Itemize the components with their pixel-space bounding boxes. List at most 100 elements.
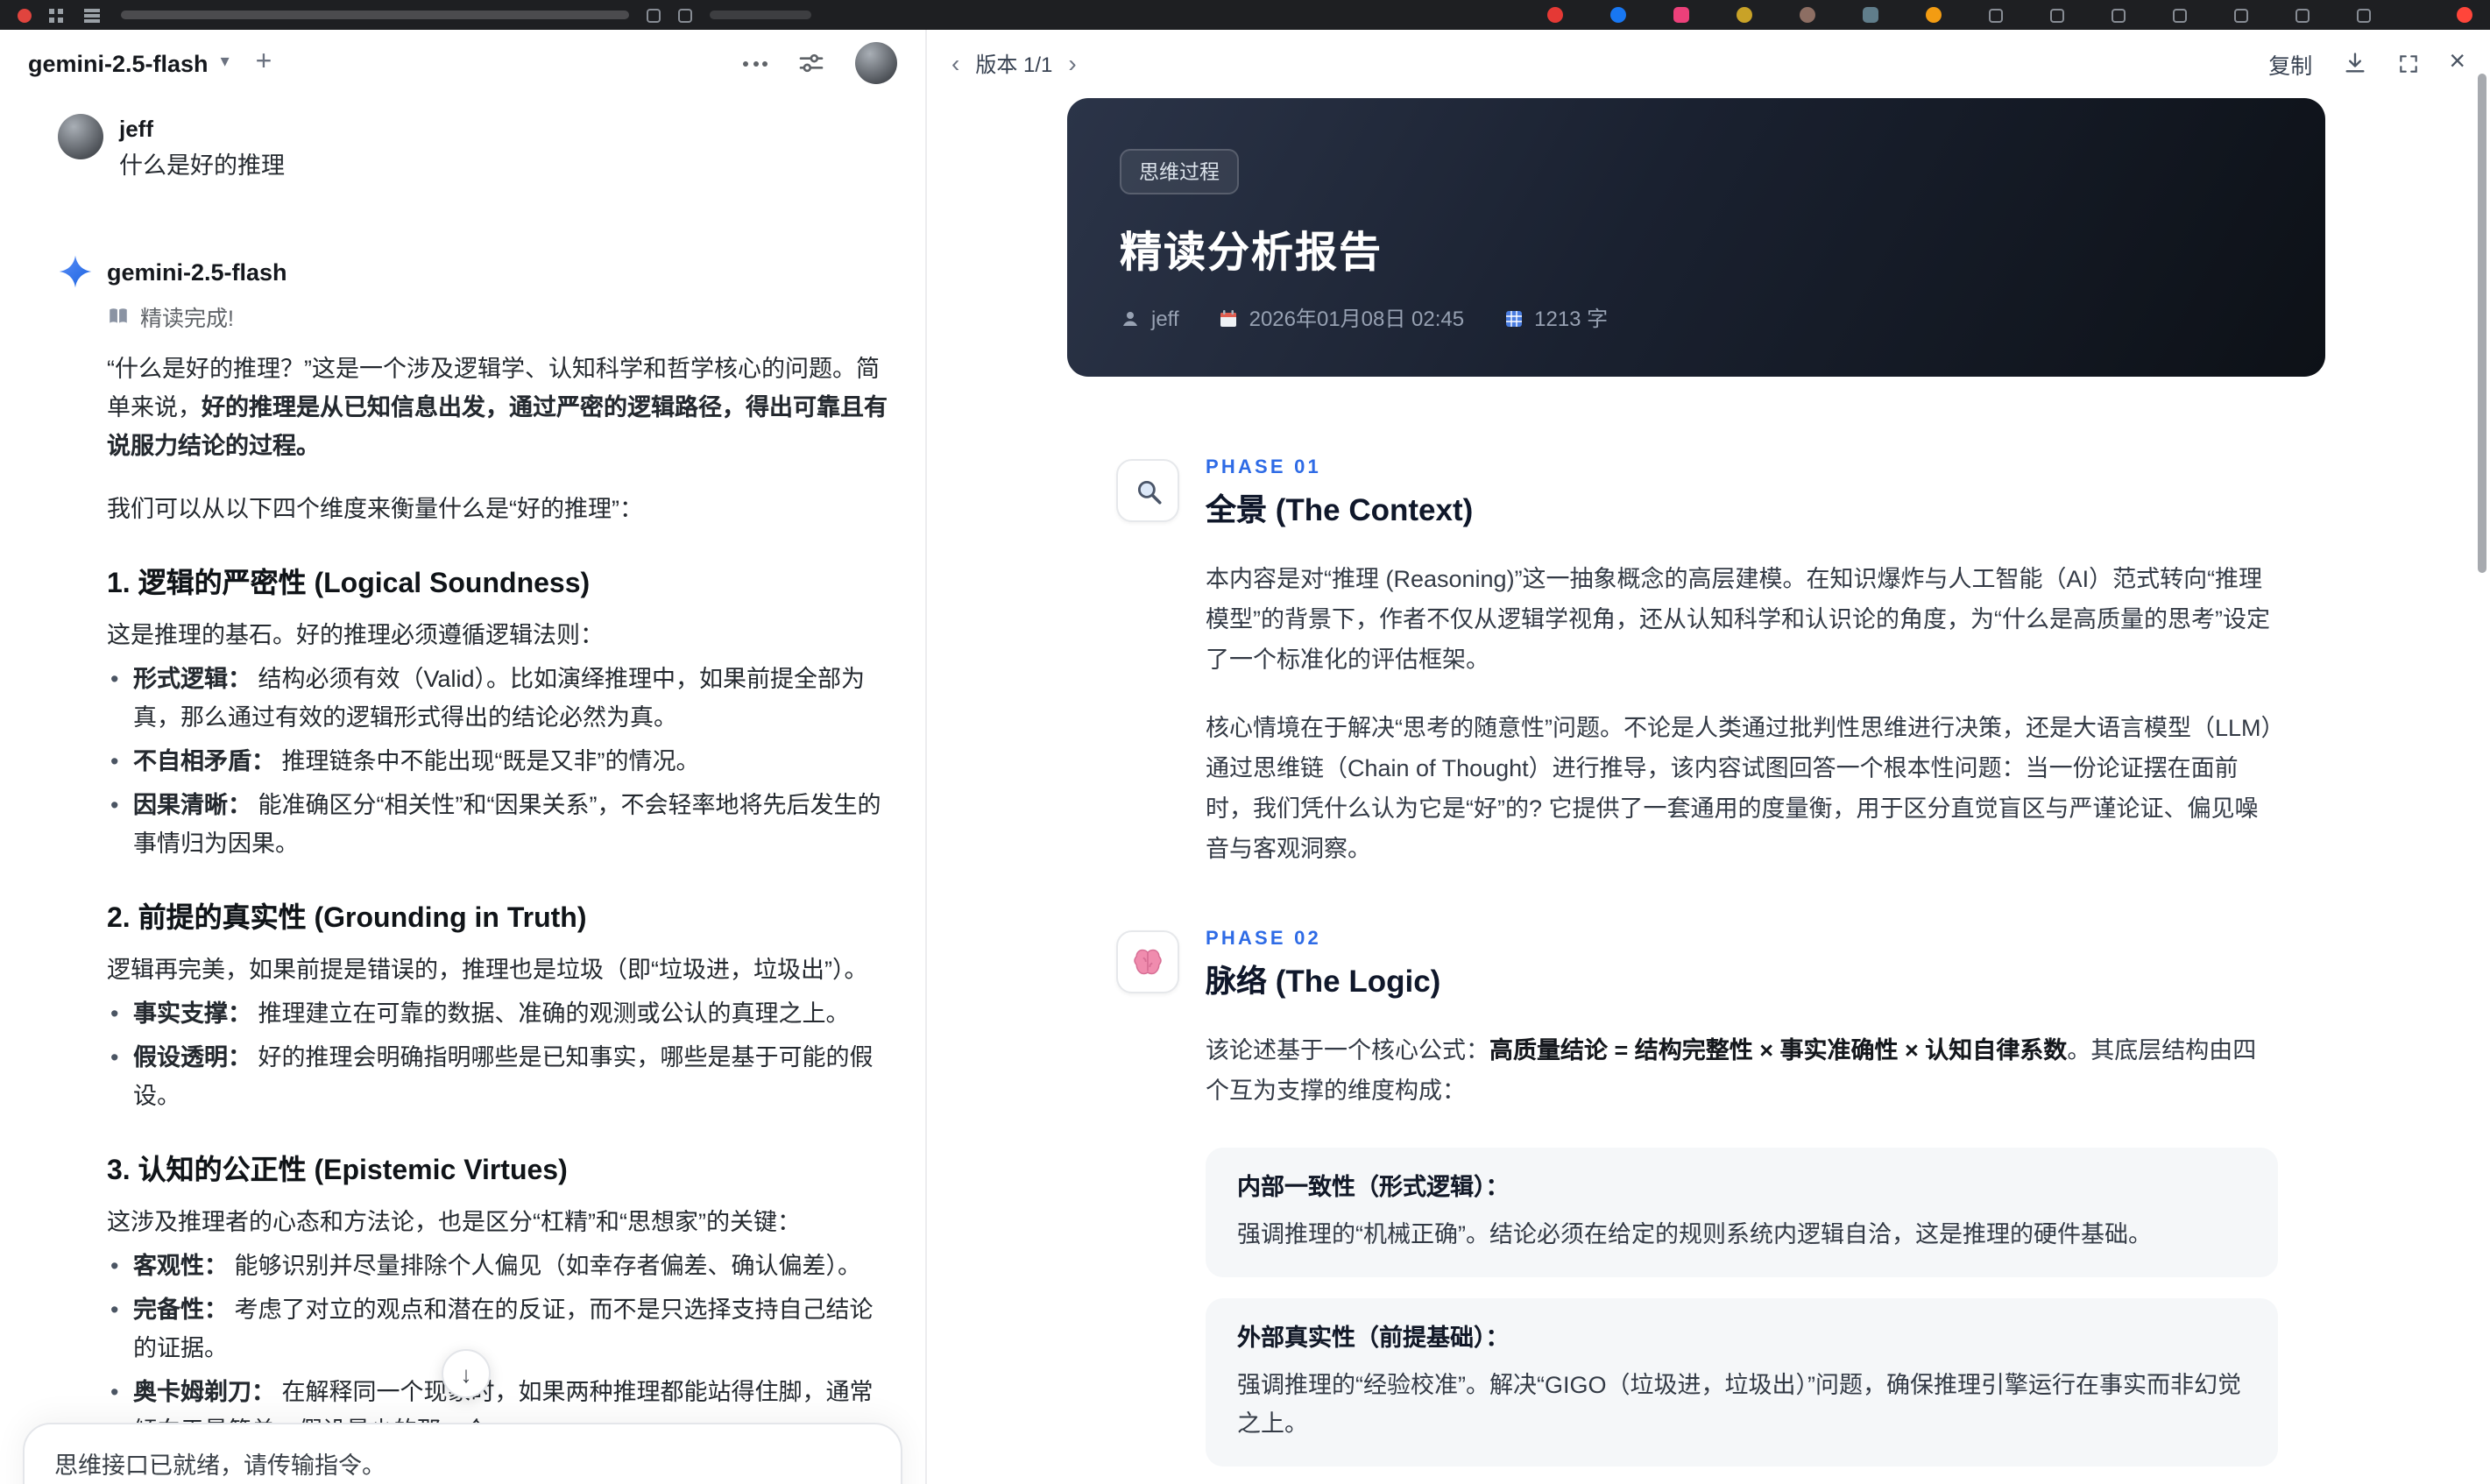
previous-version-icon[interactable]: ‹ xyxy=(951,51,959,75)
phase-section-1: PHASE 01 全景 (The Context) 本内容是对“推理 (Reas… xyxy=(1067,457,2325,869)
gemini-star-icon xyxy=(59,255,92,288)
artifact-panel: ‹ 版本 1/1 › 复制 × 思维过程 精读分析报告 jeff 2026年01… xyxy=(927,30,2490,1484)
formula-paragraph: 该论述基于一个核心公式：高质量结论 = 结构完整性 × 事实准确性 × 认知自律… xyxy=(1206,1037,2257,1104)
bullet-list: 形式逻辑： 结构必须有效（Valid）。比如演绎推理中，如果前提全部为真，那么通… xyxy=(107,661,890,864)
artifact-document: 思维过程 精读分析报告 jeff 2026年01月08日 02:45 1213 … xyxy=(1067,98,2325,1484)
list-item: 形式逻辑： 结构必须有效（Valid）。比如演绎推理中，如果前提全部为真，那么通… xyxy=(107,661,890,738)
report-meta: jeff 2026年01月08日 02:45 1213 字 xyxy=(1120,303,2273,333)
dimension-card: 内部一致性（形式逻辑）： 强调推理的“机械正确”。结论必须在给定的规则系统内逻辑… xyxy=(1206,1148,2278,1277)
gear-icon[interactable] xyxy=(2050,8,2064,22)
search-pill[interactable] xyxy=(710,11,811,19)
message-composer[interactable]: 思维接口已就绪，请传输指令。 + xyxy=(23,1423,902,1484)
user-name: jeff xyxy=(119,116,153,142)
lead-paragraph: 我们可以从以下四个维度来衡量什么是“好的推理”： xyxy=(107,496,643,522)
menu-icon[interactable] xyxy=(84,13,100,17)
extension-icon[interactable] xyxy=(1926,7,1942,23)
dimension-card: 外部真实性（前提基础）： 强调推理的“经验校准”。解决“GIGO（垃圾进，垃圾出… xyxy=(1206,1298,2278,1466)
close-icon[interactable]: × xyxy=(2449,48,2465,77)
extension-icon[interactable] xyxy=(1610,7,1626,23)
chevron-down-icon[interactable]: ▾ xyxy=(221,53,230,72)
next-version-icon[interactable]: › xyxy=(1068,51,1076,75)
user-message: jeff 什么是好的推理 xyxy=(58,114,890,184)
book-icon xyxy=(110,308,127,323)
phase-section-2: PHASE 02 脉络 (The Logic) 该论述基于一个核心公式：高质量结… xyxy=(1067,929,2325,1484)
chat-scroll-area[interactable]: jeff 什么是好的推理 gemini-2.5-flash 精读完成! “什么是… xyxy=(0,114,925,1484)
meta-date: 2026年01月08日 02:45 xyxy=(1218,303,1464,333)
chat-panel: gemini-2.5-flash ▾ + jeff 什么是好的推理 gemini… xyxy=(0,30,927,1484)
intro-paragraph: “什么是好的推理？”这是一个涉及逻辑学、认知科学和哲学核心的问题。简单来说，好的… xyxy=(107,356,888,459)
share-icon[interactable] xyxy=(647,8,661,22)
copy-page-icon[interactable] xyxy=(678,8,692,22)
assistant-message-body: “什么是好的推理？”这是一个涉及逻辑学、认知科学和哲学核心的问题。简单来说，好的… xyxy=(107,350,890,1484)
list-item: 不自相矛盾： 推理链条中不能出现“既是又非”的情况。 xyxy=(107,743,890,781)
user-avatar xyxy=(58,114,103,159)
assistant-message-header: gemini-2.5-flash xyxy=(58,254,890,289)
bullet-list: 客观性： 能够识别并尽量排除个人偏见（如幸存者偏差、确认偏差）。 完备性： 考虑… xyxy=(107,1247,890,1451)
extension-icon[interactable] xyxy=(1737,7,1752,23)
magnifier-icon xyxy=(1136,479,1161,504)
app-window: gemini-2.5-flash ▾ + jeff 什么是好的推理 gemini… xyxy=(0,30,2490,1484)
report-title: 精读分析报告 xyxy=(1120,230,1383,277)
recording-indicator-icon[interactable] xyxy=(2457,7,2472,23)
model-selector[interactable]: gemini-2.5-flash xyxy=(28,50,209,76)
phase-title: 脉络 (The Logic) xyxy=(1206,964,1441,999)
reading-status-text: 精读完成! xyxy=(140,307,234,331)
section-intro-3: 这涉及推理者的心态和方法论，也是区分“杠精”和“思想家”的关键： xyxy=(107,1209,801,1235)
extension-icon[interactable] xyxy=(1547,7,1563,23)
expand-fullscreen-icon[interactable] xyxy=(2396,52,2419,74)
copy-button[interactable]: 复制 xyxy=(2268,46,2312,80)
phase-label: PHASE 01 xyxy=(1206,457,1321,478)
screen: gemini-2.5-flash ▾ + jeff 什么是好的推理 gemini… xyxy=(0,0,2490,1484)
meta-word-count: 1213 字 xyxy=(1503,303,1608,333)
phase-paragraph: 本内容是对“推理 (Reasoning)”这一抽象概念的高层建模。在知识爆炸与人… xyxy=(1206,566,2270,673)
version-label: 版本 1/1 xyxy=(975,52,1053,76)
list-item: 完备性： 考虑了对立的观点和潜在的反证，而不是只选择支持自己结论的证据。 xyxy=(107,1291,890,1368)
app-grid-icon[interactable] xyxy=(49,8,63,22)
settings-sliders-icon[interactable] xyxy=(797,49,825,77)
phase1-icon-tile xyxy=(1116,459,1179,522)
section-heading-3: 3. 认知的公正性 (Epistemic Virtues) xyxy=(107,1156,568,1186)
list-item: 客观性： 能够识别并尽量排除个人偏见（如幸存者偏差、确认偏差）。 xyxy=(107,1247,890,1286)
list-item: 事实支撑： 推理建立在可靠的数据、准确的观测或公认的真理之上。 xyxy=(107,995,890,1034)
extension-tray xyxy=(1547,7,2472,23)
brain-icon xyxy=(1134,949,1162,975)
counter-grid-icon xyxy=(1505,310,1522,326)
tab-title-placeholder[interactable] xyxy=(121,11,629,19)
phase-paragraph: 核心情境在于解决“思考的随意性”问题。不论是人类通过批判性思维进行决策，还是大语… xyxy=(1206,715,2274,862)
clock-icon xyxy=(2357,8,2371,22)
list-item: 因果清晰： 能准确区分“相关性”和“因果关系”，不会轻率地将先后发生的事情归为因… xyxy=(107,787,890,864)
window-close-icon[interactable] xyxy=(18,8,32,22)
new-chat-button[interactable]: + xyxy=(256,48,272,77)
phase-title: 全景 (The Context) xyxy=(1206,492,1474,527)
phase2-icon-tile xyxy=(1116,930,1179,993)
scrollbar-thumb[interactable] xyxy=(2478,74,2486,573)
person-icon xyxy=(1123,311,1137,325)
extension-icon[interactable] xyxy=(1863,7,1878,23)
scroll-to-bottom-button[interactable]: ↓ xyxy=(442,1349,491,1398)
phase-label: PHASE 02 xyxy=(1206,929,1321,950)
user-message-text: 什么是好的推理 xyxy=(119,152,285,179)
assistant-name: gemini-2.5-flash xyxy=(107,258,287,285)
download-icon[interactable] xyxy=(2342,51,2366,75)
composer-status-text[interactable]: 思维接口已就绪，请传输指令。 xyxy=(54,1445,871,1480)
mail-icon[interactable] xyxy=(2173,8,2187,22)
puzzle-icon[interactable] xyxy=(1989,8,2003,22)
meta-author: jeff xyxy=(1120,306,1179,330)
chat-header: gemini-2.5-flash ▾ + xyxy=(0,30,925,96)
calendar-icon xyxy=(1220,309,1236,326)
user-avatar[interactable] xyxy=(855,42,897,84)
section-heading-1: 1. 逻辑的严密性 (Logical Soundness) xyxy=(107,569,591,599)
more-options-icon[interactable] xyxy=(743,60,768,66)
hero-badge: 思维过程 xyxy=(1120,149,1239,194)
section-intro-2: 逻辑再完美，如果前提是错误的，推理也是垃圾（即“垃圾进，垃圾出”）。 xyxy=(107,957,868,983)
extension-icon[interactable] xyxy=(1673,7,1689,23)
window-icon[interactable] xyxy=(2112,8,2126,22)
bullet-list: 事实支撑： 推理建立在可靠的数据、准确的观测或公认的真理之上。 假设透明： 好的… xyxy=(107,995,890,1116)
section-intro-1: 这是推理的基石。好的推理必须遵循逻辑法则： xyxy=(107,622,604,648)
section-heading-2: 2. 前提的真实性 (Grounding in Truth) xyxy=(107,904,587,934)
display-icon[interactable] xyxy=(2234,8,2248,22)
extension-icon[interactable] xyxy=(1800,7,1815,23)
battery-icon xyxy=(2295,8,2310,22)
reading-status: 精读完成! xyxy=(107,300,890,333)
artifact-toolbar: ‹ 版本 1/1 › 复制 × xyxy=(927,30,2490,96)
